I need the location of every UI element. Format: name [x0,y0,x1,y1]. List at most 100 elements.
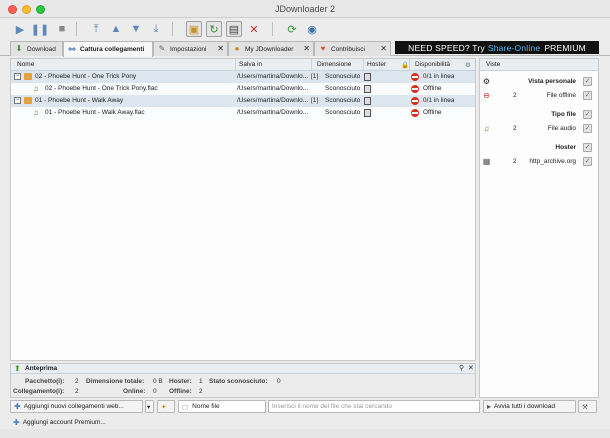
tab-label: Impostazioni [170,45,207,53]
reconnect-icon[interactable]: ⟳ [284,21,300,37]
section-tipo-file[interactable]: Tipo file ✓ [480,108,598,122]
column-divider [235,59,236,71]
stop-downloads-icon[interactable]: ■ [54,21,70,37]
preview-title: Anteprima [25,365,58,372]
window-title: JDownloader 2 [274,4,336,14]
move-top-icon[interactable]: ⤒ [88,21,104,37]
section-hoster[interactable]: Hoster ✓ [480,141,598,155]
filter-count: 2 [513,125,517,132]
add-links-button[interactable]: ✚ Aggiungi nuovi collegamenti web... [10,400,143,413]
views-title: Viste [486,61,501,68]
links-label: Collegamento(i): [13,388,65,395]
linkgrabber-table: Nome Salva in Dimensione Hoster 🔒 Dispon… [10,58,476,361]
views-header: Viste [480,59,598,71]
row-name: 02 - Phoebe Hunt - One Trick Pony [35,73,137,80]
banner-premium: PREMIUM [544,42,586,53]
column-hoster[interactable]: Hoster [367,61,386,68]
section-title: Tipo file [551,111,576,118]
preview-panel: ⬆ Anteprima ⚲ ✕ Pacchetto(i): 2 Dimensio… [10,363,476,398]
add-premium-account-button[interactable]: ✚ Aggiungi account Premium... [10,416,150,429]
tab-cattura-collegamenti[interactable]: ⚯ Cattura collegamenti [63,41,153,57]
column-availability[interactable]: Disponibilità [415,61,450,68]
row-size: Sconosciuto [325,85,361,92]
row-save-in: /Users/martina/Downlo... [237,85,309,92]
total-size-value: 0 B [153,378,163,385]
search-input[interactable]: Inserisci il nome del file che stai cerc… [268,400,480,413]
tab-label: Download [27,45,56,53]
audio-file-icon: ♫ [33,84,39,93]
filter-count: 2 [513,92,517,99]
move-bottom-icon[interactable]: ⤓ [148,21,164,37]
filter-field-select[interactable]: ▢ Nome file [178,400,266,413]
table-row[interactable]: − 01 - Phoebe Hunt - Walk Away /Users/ma… [11,95,475,107]
move-up-icon[interactable]: ▲ [108,21,124,37]
tab-label: Contribuisci [331,45,365,53]
toolbar: ▶ ❚❚ ■ ⤒ ▲ ▼ ⤓ ▣ ↻ ▤ ✕ ⟳ ◉ [0,18,610,40]
row-name: 01 - Phoebe Hunt - Walk Away [35,97,124,104]
filter-count: 2 [513,158,517,165]
file-icon: ▢ [182,403,189,411]
filter-hoster-archive[interactable]: ▦ 2 http_archive.org ✓ [480,155,598,169]
table-row[interactable]: ♫ 02 - Phoebe Hunt - One Trick Pony.flac… [11,83,475,95]
row-availability: 0/1 in linea [423,97,455,104]
table-row[interactable]: ♫ 01 - Phoebe Hunt - Walk Away.flac /Use… [11,107,475,119]
section-vista-personale[interactable]: ⚙ Vista personale ✓ [480,75,598,89]
filter-checkbox[interactable]: ✓ [583,124,592,133]
table-row[interactable]: − 02 - Phoebe Hunt - One Trick Pony /Use… [11,71,475,83]
column-name[interactable]: Nome [17,61,34,68]
close-tab-icon[interactable]: ✕ [380,44,387,53]
offline-label: Offline: [169,388,192,395]
collapse-icon[interactable]: − [14,97,21,104]
bottom-options-button[interactable]: ⚒ [578,400,597,413]
hoster-value: 1 [199,378,203,385]
filter-file-offline[interactable]: ⊖ 2 File offline ✓ [480,89,598,103]
update-icon[interactable]: ◉ [304,21,320,37]
tab-label: Cattura collegamenti [80,46,145,53]
row-save-in: /Users/martina/Downlo... [237,73,309,80]
column-size[interactable]: Dimensione [317,61,351,68]
speed-limit-icon[interactable]: ▤ [226,21,242,37]
tab-label: My JDownloader [245,45,294,53]
collapse-icon[interactable]: − [14,73,21,80]
close-tab-icon[interactable]: ✕ [303,44,310,53]
pin-icon[interactable]: ⚲ [459,364,464,372]
hoster-label: Hoster: [169,378,192,385]
tab-my-jdownloader[interactable]: ● My JDownloader ✕ [228,41,314,56]
filter-checkbox[interactable]: ✓ [583,157,592,166]
row-name: 02 - Phoebe Hunt - One Trick Pony.flac [45,85,158,92]
clipboard-monitor-icon[interactable]: ▣ [186,21,202,37]
start-all-downloads-button[interactable]: ▸ Avvia tutti i download [483,400,576,413]
pause-downloads-icon[interactable]: ❚❚ [31,21,49,37]
tab-download[interactable]: ⬇ Download [10,41,63,56]
offline-icon [411,97,419,105]
banner-brand: Share-Online [487,42,541,53]
clear-list-button[interactable]: ✦ [157,400,175,413]
move-down-icon[interactable]: ▼ [128,21,144,37]
tab-impostazioni[interactable]: ✎ Impostazioni ✕ [153,41,228,56]
row-count: [1] [311,97,319,104]
close-tab-icon[interactable]: ✕ [217,44,224,53]
column-divider [409,59,410,71]
tab-contribuisci[interactable]: ♥ Contribuisci ✕ [314,41,391,56]
gear-icon: ⚙ [482,77,491,86]
column-save-in[interactable]: Salva in [239,61,262,68]
close-preview-icon[interactable]: ✕ [468,364,474,372]
linkgrabber-icon: ⚯ [68,44,76,54]
section-checkbox[interactable]: ✓ [583,77,592,86]
table-header: Nome Salva in Dimensione Hoster 🔒 Dispon… [11,59,475,71]
filter-checkbox[interactable]: ✓ [583,91,592,100]
premium-banner[interactable]: NEED SPEED? Try Share-Online PREMIUM [395,41,599,54]
myjd-icon: ● [234,44,240,53]
filter-file-audio[interactable]: ♫ 2 File audio ✓ [480,122,598,136]
auto-reconnect-icon[interactable]: ↻ [206,21,222,37]
silent-mode-icon[interactable]: ✕ [246,21,262,37]
offline-icon [411,109,419,117]
add-account-label: Aggiungi account Premium... [22,419,106,426]
section-checkbox[interactable]: ✓ [583,110,592,119]
section-checkbox[interactable]: ✓ [583,143,592,152]
row-size: Sconosciuto [325,73,361,80]
start-downloads-icon[interactable]: ▶ [12,21,28,37]
add-links-dropdown[interactable]: ▾ [145,400,154,413]
row-name: 01 - Phoebe Hunt - Walk Away.flac [45,109,145,116]
column-settings-icon[interactable]: ⚙ [465,61,471,69]
